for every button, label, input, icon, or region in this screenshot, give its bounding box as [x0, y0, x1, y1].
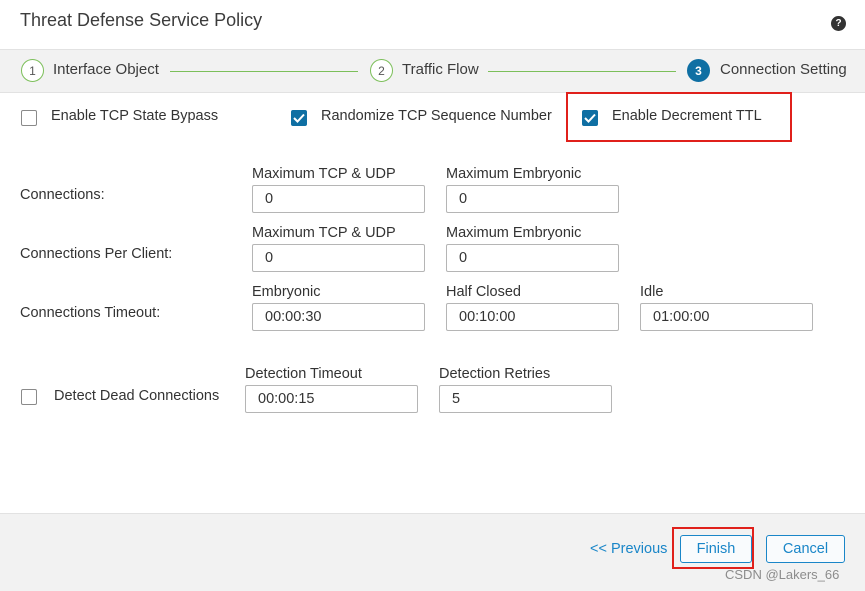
detection-timeout-input[interactable]: [245, 385, 418, 413]
wizard-steps: 1 Interface Object 2 Traffic Flow 3 Conn…: [0, 49, 865, 93]
step-1-circle[interactable]: 1: [21, 59, 44, 82]
timeout-embryonic-input[interactable]: [252, 303, 425, 331]
dialog-title: Threat Defense Service Policy: [20, 10, 263, 30]
randomize-tcp-checkbox[interactable]: [291, 110, 307, 126]
per-client-max-label: Maximum TCP & UDP: [252, 225, 396, 241]
connections-label: Connections:: [20, 187, 105, 203]
timeout-embryonic-label: Embryonic: [252, 284, 321, 300]
previous-link[interactable]: << Previous: [590, 541, 667, 557]
per-client-label: Connections Per Client:: [20, 246, 173, 262]
step-connector-1: [170, 71, 358, 72]
tcp-state-bypass-label: Enable TCP State Bypass: [51, 108, 219, 124]
cancel-button[interactable]: Cancel: [766, 535, 845, 563]
step-3-circle[interactable]: 3: [687, 59, 710, 82]
watermark-text: CSDN @Lakers_66: [725, 567, 840, 582]
step-connector-2: [488, 71, 676, 72]
checkmark-icon: [293, 113, 305, 123]
detection-retries-input[interactable]: [439, 385, 612, 413]
step-2-circle[interactable]: 2: [370, 59, 393, 82]
randomize-tcp-label: Randomize TCP Sequence Number: [321, 108, 552, 124]
checkmark-icon: [584, 113, 596, 123]
tcp-state-bypass-checkbox[interactable]: [21, 110, 37, 126]
help-icon[interactable]: ?: [831, 16, 846, 31]
timeout-idle-input[interactable]: [640, 303, 813, 331]
step-1-label[interactable]: Interface Object: [53, 61, 159, 78]
timeout-idle-label: Idle: [640, 284, 664, 300]
timeout-half-closed-input[interactable]: [446, 303, 619, 331]
per-client-max-input[interactable]: [252, 244, 425, 272]
decrement-ttl-checkbox[interactable]: [582, 110, 598, 126]
detection-timeout-label: Detection Timeout: [245, 366, 362, 382]
connections-max-label: Maximum TCP & UDP: [252, 166, 396, 182]
timeout-half-closed-label: Half Closed: [446, 284, 521, 300]
per-client-embryonic-label: Maximum Embryonic: [446, 225, 582, 241]
decrement-ttl-label: Enable Decrement TTL: [612, 108, 762, 124]
connections-max-input[interactable]: [252, 185, 425, 213]
timeout-label: Connections Timeout:: [20, 305, 161, 321]
detection-retries-label: Detection Retries: [439, 366, 551, 382]
per-client-embryonic-input[interactable]: [446, 244, 619, 272]
step-3-label[interactable]: Connection Setting: [720, 61, 847, 78]
step-2-label[interactable]: Traffic Flow: [402, 61, 479, 78]
connections-embryonic-input[interactable]: [446, 185, 619, 213]
connections-embryonic-label: Maximum Embryonic: [446, 166, 582, 182]
detect-dead-connections-checkbox[interactable]: [21, 389, 37, 405]
detect-dead-connections-label: Detect Dead Connections: [54, 388, 220, 404]
finish-button[interactable]: Finish: [680, 535, 752, 563]
